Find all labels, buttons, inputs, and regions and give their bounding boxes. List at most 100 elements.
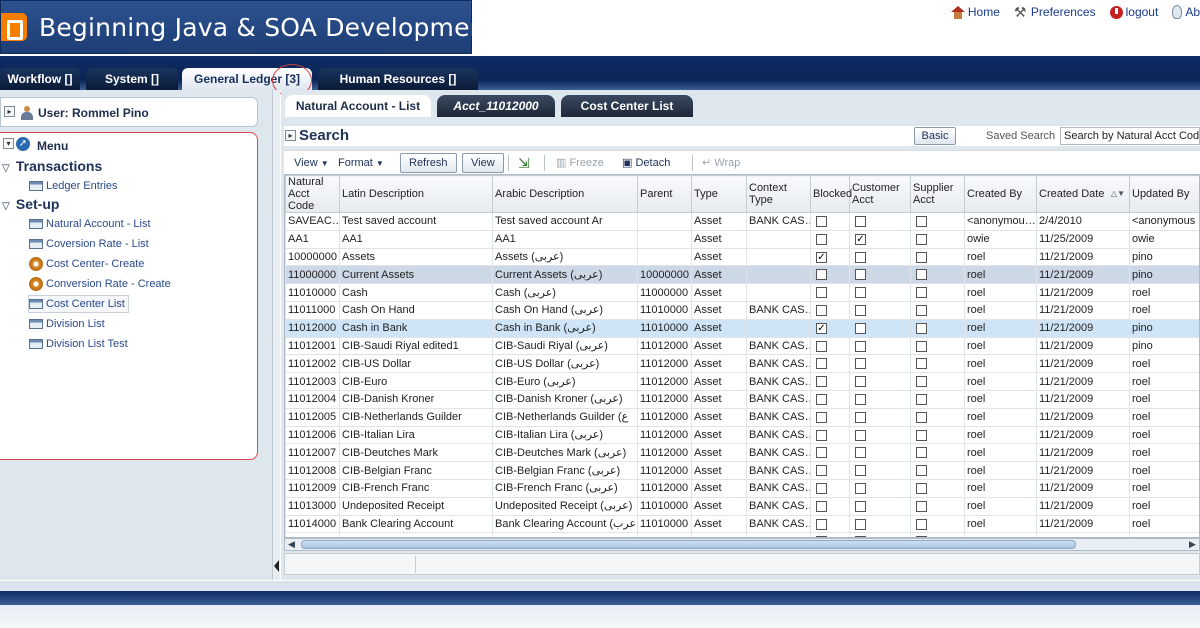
collapse-arrow-icon[interactable] <box>274 560 279 572</box>
col-header-context-type[interactable]: Context Type <box>746 175 811 213</box>
tab-natural-account-list[interactable]: Natural Account - List <box>285 95 431 117</box>
tab-general-ledger[interactable]: General Ledger [3] <box>182 68 312 90</box>
table-row[interactable]: 11013000 Undeposited Receipt Undeposited R… <box>285 496 1199 516</box>
refresh-button[interactable]: Refresh <box>400 153 457 173</box>
customer-acct-checkbox[interactable]: ✓ <box>855 233 866 245</box>
format-menu[interactable]: Format ▼ <box>338 154 384 172</box>
supplier-acct-checkbox[interactable] <box>916 447 927 459</box>
table-row[interactable]: SAVEAC… Test saved account Test saved acco… <box>285 212 1199 231</box>
supplier-acct-checkbox[interactable] <box>916 251 927 263</box>
table-row[interactable]: 11012003 CIB-Euro CIB-Euro (عربى) 11012000 A… <box>285 372 1199 391</box>
tab-cost-center-list[interactable]: Cost Center List <box>561 95 693 117</box>
about-link[interactable]: Ab <box>1172 5 1200 19</box>
blocked-checkbox[interactable] <box>816 304 827 316</box>
supplier-acct-checkbox[interactable] <box>916 429 927 441</box>
table-row[interactable]: 11010000 Cash Cash (عربى) 11000000 Asset roel… <box>285 283 1199 302</box>
freeze-button[interactable]: ▥ Freeze <box>556 154 604 172</box>
table-row[interactable]: 11012005 CIB-Netherlands Guilder CIB-Nethe… <box>285 407 1199 427</box>
customer-acct-checkbox[interactable] <box>855 340 866 352</box>
blocked-checkbox[interactable] <box>816 269 827 281</box>
blocked-checkbox[interactable] <box>816 447 827 459</box>
table-row[interactable]: 11012000 Cash in Bank Cash in Bank (عربى) 1… <box>285 318 1199 338</box>
supplier-acct-checkbox[interactable] <box>916 482 927 494</box>
menu-item-natural-account-list[interactable]: Natural Account - List <box>29 216 151 232</box>
supplier-acct-checkbox[interactable] <box>916 322 927 334</box>
tab-acct-11012000[interactable]: Acct_11012000 <box>437 95 555 117</box>
col-header-created-date[interactable]: △▼ Created Date <box>1036 175 1130 213</box>
customer-acct-checkbox[interactable] <box>855 518 866 530</box>
preferences-link[interactable]: ⚒ Preferences <box>1014 5 1096 19</box>
col-header-customer-acct[interactable]: Customer Acct <box>849 175 911 213</box>
customer-acct-checkbox[interactable] <box>855 304 866 316</box>
table-row[interactable]: 11012009 CIB-French Franc CIB-French Franc… <box>285 478 1199 498</box>
blocked-checkbox[interactable] <box>816 518 827 530</box>
customer-acct-checkbox[interactable] <box>855 358 866 370</box>
customer-acct-checkbox[interactable] <box>855 465 866 477</box>
col-header-natural-acct-code[interactable]: Natural Acct Code <box>285 175 340 213</box>
wrap-button[interactable]: ↵ Wrap <box>702 154 740 172</box>
supplier-acct-checkbox[interactable] <box>916 269 927 281</box>
table-row[interactable]: 10000000 Assets Assets (عربى) Asset ✓ roel 11/… <box>285 247 1199 267</box>
menu-item-division-list[interactable]: Division List <box>29 316 105 332</box>
menu-item-cost-center-create[interactable]: Cost Center- Create <box>29 256 144 272</box>
blocked-checkbox[interactable] <box>816 482 827 494</box>
panel-splitter[interactable] <box>272 90 280 580</box>
blocked-checkbox[interactable]: ✓ <box>816 322 827 334</box>
table-row[interactable]: 11012004 CIB-Danish Kroner CIB-Danish Kron… <box>285 389 1199 409</box>
blocked-checkbox[interactable] <box>816 376 827 388</box>
blocked-checkbox[interactable] <box>816 358 827 370</box>
col-header-created-by[interactable]: Created By <box>964 175 1037 213</box>
supplier-acct-checkbox[interactable] <box>916 500 927 512</box>
section-setup[interactable]: ▽ Set-up <box>2 196 59 212</box>
saved-search-select[interactable]: Search by Natural Acct Code <box>1060 127 1200 145</box>
expand-search-icon[interactable]: ▸ <box>285 130 296 141</box>
table-row[interactable]: 11012001 CIB-Saudi Riyal edited1 CIB-Saudi… <box>285 336 1199 356</box>
table-row[interactable]: 11011000 Cash On Hand Cash On Hand (عربى) 1… <box>285 300 1199 320</box>
col-header-updated-by[interactable]: Updated By <box>1129 175 1199 213</box>
blocked-checkbox[interactable] <box>816 465 827 477</box>
supplier-acct-checkbox[interactable] <box>916 518 927 530</box>
blocked-checkbox[interactable] <box>816 233 827 245</box>
basic-button[interactable]: Basic <box>914 127 956 145</box>
export-icon[interactable]: ⇲ <box>518 154 530 172</box>
customer-acct-checkbox[interactable] <box>855 322 866 334</box>
menu-item-ledger-entries[interactable]: Ledger Entries <box>29 178 118 194</box>
customer-acct-checkbox[interactable] <box>855 393 866 405</box>
view-button[interactable]: View <box>462 153 504 173</box>
supplier-acct-checkbox[interactable] <box>916 215 927 227</box>
horizontal-scrollbar[interactable]: ◀ ▶ <box>284 538 1200 551</box>
sort-arrows-icon[interactable]: △▼ <box>1111 188 1125 200</box>
logout-link[interactable]: logout <box>1109 5 1158 19</box>
col-header-blocked[interactable]: Blocked <box>810 175 852 213</box>
home-link[interactable]: Home <box>950 5 1000 19</box>
customer-acct-checkbox[interactable] <box>855 447 866 459</box>
customer-acct-checkbox[interactable] <box>855 482 866 494</box>
table-row[interactable]: 11014000 Bank Clearing Account Bank Cleari… <box>285 514 1199 534</box>
customer-acct-checkbox[interactable] <box>855 376 866 388</box>
supplier-acct-checkbox[interactable] <box>916 304 927 316</box>
scroll-left-icon[interactable]: ◀ <box>285 539 298 550</box>
view-menu[interactable]: View ▼ <box>294 154 329 172</box>
customer-acct-checkbox[interactable] <box>855 287 866 299</box>
table-row[interactable]: 11000000 Current Assets Current Assets (عر… <box>285 265 1199 285</box>
blocked-checkbox[interactable] <box>816 215 827 227</box>
customer-acct-checkbox[interactable] <box>855 269 866 281</box>
col-header-arabic-description[interactable]: Arabic Description <box>492 175 638 213</box>
blocked-checkbox[interactable]: ✓ <box>816 251 827 263</box>
expand-icon[interactable]: ▸ <box>4 106 15 117</box>
supplier-acct-checkbox[interactable] <box>916 340 927 352</box>
customer-acct-checkbox[interactable] <box>855 215 866 227</box>
blocked-checkbox[interactable] <box>816 411 827 423</box>
supplier-acct-checkbox[interactable] <box>916 287 927 299</box>
detach-button[interactable]: ▣ Detach <box>622 154 670 172</box>
scrollbar-thumb[interactable] <box>301 540 1076 549</box>
menu-item-cost-center-list[interactable]: Cost Center List <box>28 295 129 313</box>
collapse-icon[interactable]: ▾ <box>3 138 14 149</box>
col-header-latin-description[interactable]: Latin Description <box>339 175 493 213</box>
menu-item-conversion-rate-create[interactable]: Conversion Rate - Create <box>29 276 171 292</box>
customer-acct-checkbox[interactable] <box>855 251 866 263</box>
col-header-supplier-acct[interactable]: Supplier Acct <box>910 175 965 213</box>
supplier-acct-checkbox[interactable] <box>916 465 927 477</box>
blocked-checkbox[interactable] <box>816 287 827 299</box>
blocked-checkbox[interactable] <box>816 393 827 405</box>
